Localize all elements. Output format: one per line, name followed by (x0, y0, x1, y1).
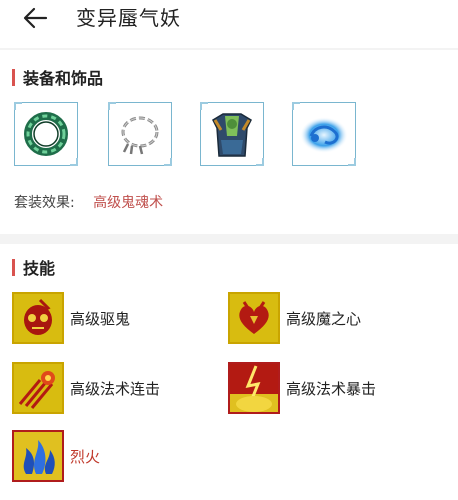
skill-label: 高级魔之心 (286, 309, 362, 328)
skills-title-text: 技能 (23, 259, 56, 278)
equipment-item-chain[interactable] (108, 102, 172, 166)
flame-icon (12, 430, 64, 482)
equipment-item-armor[interactable] (200, 102, 264, 166)
equipment-section-title: 装备和饰品 (12, 66, 103, 88)
spell-crit-icon (228, 362, 280, 414)
section-accent-bar (12, 68, 15, 86)
skills-section-title: 技能 (12, 256, 55, 278)
set-effect-row: 套装效果: 高级鬼魂术 (14, 193, 163, 213)
skill-label: 高级法术连击 (70, 379, 161, 398)
cloud-icon (300, 117, 348, 153)
header-divider (0, 48, 458, 50)
arrow-left-icon[interactable] (20, 4, 52, 32)
section-accent-bar (12, 258, 15, 276)
ring-icon (24, 112, 68, 156)
skill-item-highlighted[interactable]: 烈火 (12, 430, 100, 482)
skill-item[interactable]: 高级法术暴击 (228, 362, 376, 414)
header-bar: 变异蜃气妖 (0, 0, 458, 46)
spell-combo-icon (12, 362, 64, 414)
set-effect-label: 套装效果: (14, 195, 75, 211)
section-divider (0, 234, 458, 244)
skill-label: 高级驱鬼 (70, 309, 131, 328)
skill-label: 烈火 (70, 447, 101, 466)
skill-item[interactable]: 高级法术连击 (12, 362, 160, 414)
skill-item[interactable]: 高级魔之心 (228, 292, 361, 344)
set-effect-link[interactable]: 高级鬼魂术 (93, 195, 163, 211)
armor-icon (212, 113, 252, 157)
chain-icon (121, 116, 159, 155)
equipment-item-ring[interactable] (14, 102, 78, 166)
demon-heart-icon (228, 292, 280, 344)
ghost-skull-icon (12, 292, 64, 344)
page-title: 变异蜃气妖 (76, 6, 181, 30)
equipment-item-cloud[interactable] (292, 102, 356, 166)
skill-label: 高级法术暴击 (286, 379, 377, 398)
equipment-title-text: 装备和饰品 (23, 69, 104, 88)
skill-item[interactable]: 高级驱鬼 (12, 292, 130, 344)
